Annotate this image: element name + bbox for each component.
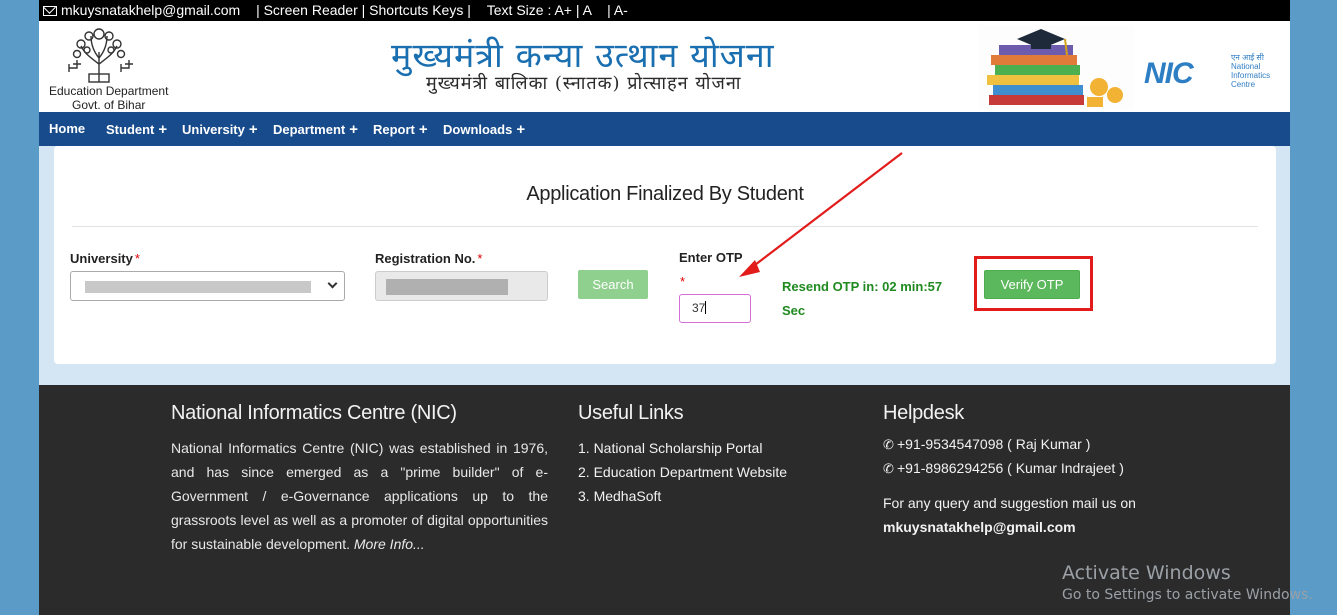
- nav-item-label: University: [182, 122, 245, 137]
- university-label: University *: [70, 251, 140, 266]
- page: mkuysnatakhelp@gmail.com | Screen Reader…: [39, 0, 1290, 615]
- nav-item-label: Report: [373, 122, 415, 137]
- nav-item-label: Home: [49, 121, 86, 136]
- govt-name: Govt. of Bihar: [72, 98, 146, 112]
- books-graduation-cap-icon: [979, 25, 1134, 109]
- otp-value: 37: [692, 301, 706, 315]
- footer-helpdesk-heading: Helpdesk: [883, 402, 964, 424]
- chevron-down-icon: [327, 278, 338, 289]
- otp-input[interactable]: 37: [679, 294, 751, 323]
- useful-link[interactable]: 3. MedhaSoft: [578, 484, 787, 508]
- required-mark: *: [680, 274, 686, 289]
- dept-name: Education Department: [49, 84, 169, 98]
- form-card: Application Finalized By Student Univers…: [54, 146, 1276, 364]
- nav-item-home[interactable]: Home: [49, 121, 85, 136]
- plus-icon: +: [516, 121, 526, 138]
- resend-timer-unit: Sec: [782, 303, 806, 318]
- divider: [72, 226, 1258, 227]
- otp-required-mark: *: [680, 274, 685, 289]
- footer-about-text: National Informatics Centre (NIC) was es…: [171, 436, 548, 556]
- search-button[interactable]: Search: [578, 270, 648, 299]
- registration-label-text: Registration No.: [375, 251, 476, 266]
- helpdesk-email[interactable]: mkuysnatakhelp@gmail.com: [883, 519, 1076, 535]
- helpdesk-query-text: For any query and suggestion mail us on: [883, 495, 1136, 511]
- envelope-icon: [43, 6, 57, 16]
- plus-icon: +: [349, 121, 359, 138]
- plus-icon: +: [418, 121, 428, 138]
- nic-caption: एन आई सी National Informatics Centre: [1231, 53, 1271, 89]
- nav-item-downloads[interactable]: Downloads +: [443, 121, 525, 138]
- site-header: Education Department Govt. of Bihar मुख्…: [39, 21, 1290, 112]
- page-title: Application Finalized By Student: [526, 183, 804, 205]
- phone-icon: ✆: [883, 437, 894, 452]
- activate-windows-watermark: Activate Windows: [1062, 562, 1231, 584]
- more-info-link[interactable]: More Info...: [354, 536, 425, 552]
- useful-link[interactable]: 2. Education Department Website: [578, 460, 787, 484]
- top-bar: mkuysnatakhelp@gmail.com | Screen Reader…: [39, 0, 1290, 21]
- nav-item-university[interactable]: University +: [182, 121, 258, 138]
- nav-item-department[interactable]: Department +: [273, 121, 358, 138]
- useful-link[interactable]: 1. National Scholarship Portal: [578, 436, 787, 460]
- nic-logo: NIC: [1144, 57, 1194, 90]
- nav-item-student[interactable]: Student +: [106, 121, 167, 138]
- text-caret: [705, 301, 707, 314]
- nav-item-report[interactable]: Report +: [373, 121, 428, 138]
- helpdesk-phone: ✆ +91-9534547098 ( Raj Kumar ): [883, 436, 1090, 453]
- registration-label: Registration No. *: [375, 251, 482, 266]
- phone-icon: ✆: [883, 461, 894, 476]
- university-label-text: University: [70, 251, 133, 266]
- required-mark: *: [134, 251, 140, 266]
- plus-icon: +: [158, 121, 168, 138]
- scheme-subtitle: मुख्यमंत्री बालिका (स्नातक) प्रोत्साहन य…: [426, 73, 742, 94]
- plus-icon: +: [248, 121, 258, 138]
- required-mark: *: [477, 251, 483, 266]
- resend-otp-timer: Resend OTP in: 02 min:57 Sec: [782, 275, 982, 323]
- otp-label: Enter OTP: [679, 250, 743, 265]
- footer-about-heading: National Informatics Centre (NIC): [171, 402, 457, 424]
- top-email-link[interactable]: mkuysnatakhelp@gmail.com: [61, 2, 240, 18]
- main-nav: Home Student + University + Department + Re…: [39, 112, 1290, 146]
- redacted-value: [85, 281, 311, 293]
- nav-item-label: Department: [273, 122, 346, 137]
- top-links[interactable]: | Screen Reader | Shortcuts Keys |: [256, 2, 471, 18]
- useful-links-list: 1. National Scholarship Portal 2. Educat…: [578, 436, 787, 508]
- registration-input[interactable]: [375, 271, 548, 301]
- nav-item-label: Student: [106, 122, 155, 137]
- text-size-smaller[interactable]: | A-: [607, 2, 628, 18]
- footer-links-heading: Useful Links: [578, 402, 684, 424]
- helpdesk-phone: ✆ +91-8986294256 ( Kumar Indrajeet ): [883, 460, 1124, 477]
- phone-number: +91-8986294256 ( Kumar Indrajeet ): [897, 460, 1124, 476]
- activate-windows-hint: Go to Settings to activate Windows.: [1062, 587, 1313, 603]
- verify-otp-button[interactable]: Verify OTP: [984, 270, 1080, 299]
- redacted-value: [386, 279, 508, 295]
- text-size-controls[interactable]: Text Size : A+ | A: [487, 2, 591, 18]
- bodhi-tree-emblem-icon: [68, 28, 133, 83]
- university-select[interactable]: [70, 271, 345, 301]
- phone-number: +91-9534547098 ( Raj Kumar ): [897, 436, 1091, 452]
- nav-item-label: Downloads: [443, 122, 513, 137]
- resend-timer-text: Resend OTP in: 02 min:57: [782, 279, 943, 294]
